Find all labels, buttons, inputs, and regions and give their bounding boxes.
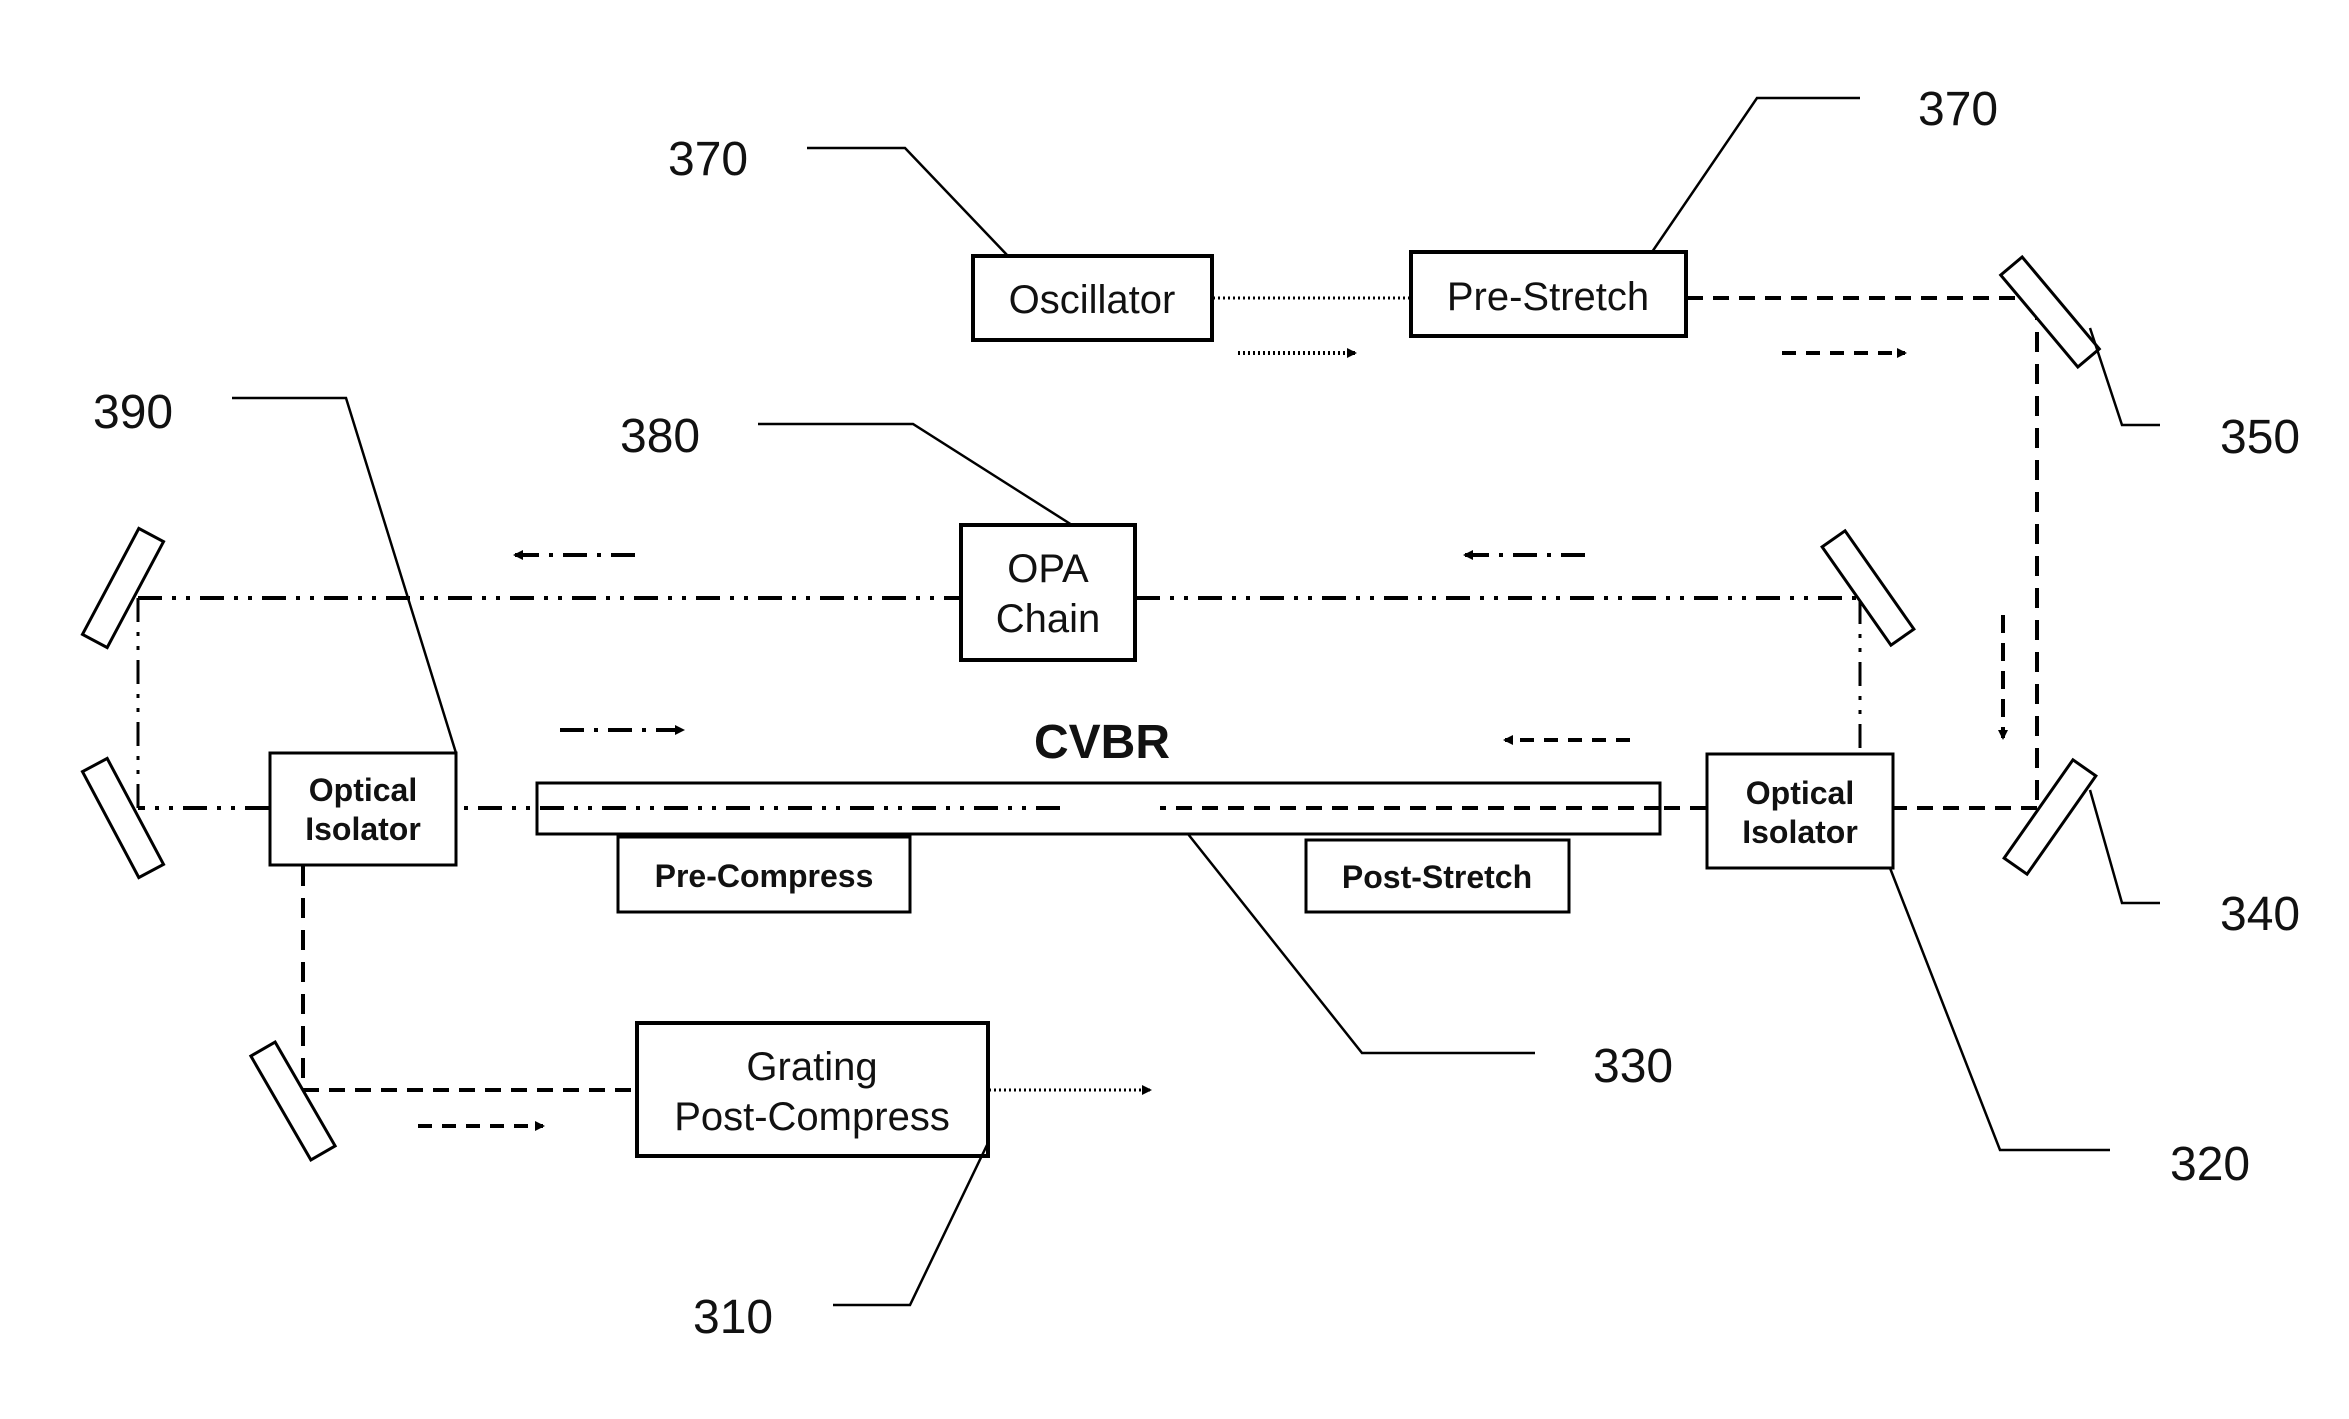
pre-compress-label: Pre-Compress [655, 858, 874, 894]
oscillator-label: Oscillator [1009, 278, 1176, 322]
ref-370-oscillator: 370 [668, 133, 748, 186]
optical-isolator-left-label-line1: Optical [309, 772, 417, 808]
leader-350 [2088, 327, 2160, 427]
optical-isolator-left-box [268, 751, 458, 867]
optical-isolator-left-label-line2: Isolator [305, 811, 421, 847]
ref-390: 390 [93, 386, 173, 439]
mirror-right-upper [1820, 528, 1916, 648]
leader-370-oscillator [807, 146, 1009, 257]
pre-stretch-label: Pre-Stretch [1447, 275, 1649, 319]
ref-340: 340 [2220, 888, 2300, 941]
ref-370-prestretch: 370 [1918, 83, 1998, 136]
grating-label-line2: Post-Compress [674, 1095, 950, 1139]
post-stretch-label: Post-Stretch [1342, 859, 1532, 895]
ref-320: 320 [2170, 1138, 2250, 1191]
leader-340 [2088, 789, 2160, 905]
optical-isolator-right-box [1705, 752, 1895, 870]
mirror-340 [2002, 757, 2098, 877]
cpa-system-diagram: CVBR Oscillator Pre-Stretch OPA Chain Op… [80, 83, 2300, 1344]
mirror-left-lower [80, 756, 166, 880]
opa-chain-label-line2: Chain [996, 597, 1101, 641]
mirror-left-upper [80, 526, 166, 650]
mirror-350 [1998, 254, 2102, 370]
ref-350: 350 [2220, 411, 2300, 464]
ref-310: 310 [693, 1291, 773, 1344]
leader-310 [833, 1142, 990, 1307]
ref-380: 380 [620, 410, 700, 463]
leader-370-prestretch [1650, 96, 1860, 253]
leader-390 [232, 396, 458, 754]
grating-label-line1: Grating [746, 1045, 877, 1089]
opa-chain-label-line1: OPA [1007, 547, 1089, 591]
leader-380 [758, 422, 1073, 527]
mirror-bottom [248, 1039, 338, 1163]
ref-330: 330 [1593, 1040, 1673, 1093]
leader-320 [1888, 867, 2110, 1152]
cvbr-title: CVBR [1034, 716, 1170, 769]
optical-isolator-right-label-line1: Optical [1746, 775, 1854, 811]
optical-isolator-right-label-line2: Isolator [1742, 814, 1858, 850]
